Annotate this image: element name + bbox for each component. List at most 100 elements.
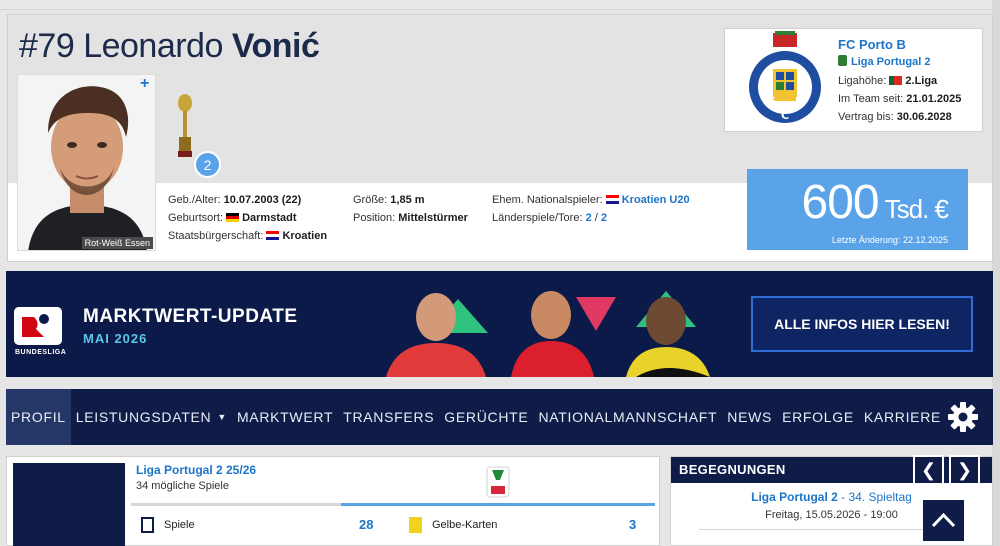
profile-nav: PROFIL LEISTUNGSDATEN ▼ MARKTWERT TRANSFE… bbox=[6, 389, 993, 445]
chevron-down-icon: ▼ bbox=[217, 412, 227, 422]
club-league-link[interactable]: Liga Portugal 2 bbox=[851, 56, 930, 68]
nav-item-geruechte[interactable]: GERÜCHTE bbox=[439, 389, 533, 445]
contract-row: Vertrag bis: 30.06.2028 bbox=[838, 111, 952, 123]
market-value: 600 Tsd. € bbox=[801, 175, 949, 230]
matches-prev-button[interactable]: ❮ bbox=[913, 455, 944, 485]
player-number: #79 bbox=[19, 27, 75, 65]
market-value-amount: 600 bbox=[801, 176, 880, 229]
stats-image-placeholder bbox=[13, 463, 125, 546]
liga-portugal-logo-icon bbox=[486, 466, 510, 498]
svg-text:F: F bbox=[768, 95, 776, 108]
info-column-3: Ehem. Nationalspieler: Kroatien U20 Länd… bbox=[492, 191, 690, 227]
banner-read-more-button[interactable]: ALLE INFOS HIER LESEN! bbox=[751, 296, 973, 352]
position-row: Position: Mittelstürmer bbox=[353, 209, 468, 227]
birthplace-row: Geburtsort: Darmstadt bbox=[168, 209, 327, 227]
citizenship-label: Staatsbürgerschaft: bbox=[168, 230, 264, 242]
svg-text:C: C bbox=[781, 109, 789, 122]
club-box: F P C FC Porto B Liga Portugal 2 Ligahöh… bbox=[724, 28, 983, 132]
caps-separator: / bbox=[594, 212, 598, 224]
yellow-cards-value[interactable]: 3 bbox=[629, 517, 636, 532]
games-stat: Spiele bbox=[141, 513, 195, 537]
stats-possible-games: 34 mögliche Spiele bbox=[136, 480, 229, 492]
croatia-flag-icon bbox=[605, 195, 619, 204]
croatia-flag-icon bbox=[266, 231, 280, 240]
matches-matchday[interactable]: - 34. Spieltag bbox=[838, 490, 912, 504]
yellow-cards-label: Gelbe-Karten bbox=[432, 519, 498, 531]
games-label: Spiele bbox=[164, 519, 195, 531]
citizenship-value: Kroatien bbox=[282, 230, 328, 242]
height-label: Größe: bbox=[353, 194, 388, 206]
stats-league-link[interactable]: Liga Portugal 2 25/26 bbox=[136, 463, 256, 477]
player-photo[interactable]: Rot-Weiß Essen bbox=[17, 74, 156, 251]
trophy-count-badge[interactable]: 2 bbox=[194, 151, 221, 178]
info-column-2: Größe: 1,85 m Position: Mittelstürmer bbox=[353, 191, 468, 227]
team-since-value: 21.01.2025 bbox=[906, 93, 962, 105]
market-value-last-change: Letzte Änderung: 22.12.2025 bbox=[831, 235, 948, 245]
player-last-name: Vonić bbox=[231, 27, 320, 65]
birthplace-label: Geburtsort: bbox=[168, 212, 224, 224]
germany-flag-icon bbox=[226, 213, 240, 222]
games-icon bbox=[141, 517, 154, 533]
caps-link[interactable]: 2 bbox=[586, 212, 592, 224]
dob-row: Geb./Alter: 10.07.2003 (22) bbox=[168, 191, 327, 209]
yellow-card-icon bbox=[409, 517, 422, 533]
market-value-box[interactable]: 600 Tsd. € Letzte Änderung: 22.12.2025 bbox=[747, 169, 968, 250]
nav-item-marktwert[interactable]: MARKTWERT bbox=[232, 389, 338, 445]
player-portrait-image bbox=[18, 75, 155, 250]
games-value[interactable]: 28 bbox=[359, 517, 373, 532]
banner-players-image bbox=[386, 291, 710, 377]
banner-title: MARKTWERT-UPDATE bbox=[83, 306, 298, 327]
nav-item-news[interactable]: NEWS bbox=[722, 389, 777, 445]
matches-league-link[interactable]: Liga Portugal 2 bbox=[751, 490, 838, 504]
browser-top-strip bbox=[0, 0, 1000, 10]
nav-item-nationalmannschaft[interactable]: NATIONALMANNSCHAFT bbox=[533, 389, 722, 445]
trophy-icon[interactable] bbox=[176, 93, 194, 157]
team-since-label: Im Team seit: bbox=[838, 93, 904, 105]
former-national-row: Ehem. Nationalspieler: Kroatien U20 bbox=[492, 191, 690, 209]
player-header: #79 Leonardo Vonić Rot-Weiß Essen + 2 Ge… bbox=[7, 14, 993, 262]
club-name-link[interactable]: FC Porto B bbox=[838, 37, 906, 52]
player-first-name: Leonardo bbox=[83, 27, 223, 65]
bundesliga-label: BUNDESLIGA bbox=[15, 349, 67, 356]
position-label: Position: bbox=[353, 212, 396, 224]
matches-next-button[interactable]: ❯ bbox=[949, 455, 980, 485]
league-level-label: Ligahöhe: bbox=[838, 75, 887, 87]
page-scrollbar[interactable] bbox=[992, 0, 1000, 546]
citizenship-row: Staatsbürgerschaft: Kroatien bbox=[168, 227, 327, 245]
club-league-row: Liga Portugal 2 bbox=[838, 55, 930, 68]
gear-icon[interactable] bbox=[947, 401, 979, 433]
dob-label: Geb./Alter: bbox=[168, 194, 221, 206]
photo-caption: Rot-Weiß Essen bbox=[81, 237, 153, 249]
team-since-row: Im Team seit: 21.01.2025 bbox=[838, 93, 961, 105]
league-icon bbox=[838, 55, 847, 66]
contract-label: Vertrag bis: bbox=[838, 111, 894, 123]
season-stats-card: Liga Portugal 2 25/26 34 mögliche Spiele… bbox=[6, 456, 660, 546]
chevron-up-icon bbox=[931, 512, 956, 528]
nav-item-profil[interactable]: PROFIL bbox=[6, 389, 71, 445]
info-column-1: Geb./Alter: 10.07.2003 (22) Geburtsort: … bbox=[168, 191, 327, 245]
nav-item-erfolge[interactable]: ERFOLGE bbox=[777, 389, 859, 445]
former-national-label: Ehem. Nationalspieler: bbox=[492, 194, 603, 206]
banner-subtitle: MAI 2026 bbox=[83, 331, 148, 346]
market-value-unit: Tsd. € bbox=[884, 194, 949, 224]
position-value: Mittelstürmer bbox=[398, 212, 468, 224]
caps-label: Länderspiele/Tore: bbox=[492, 212, 583, 224]
height-row: Größe: 1,85 m bbox=[353, 191, 468, 209]
nav-item-transfers[interactable]: TRANSFERS bbox=[338, 389, 439, 445]
market-value-update-banner[interactable]: BUNDESLIGA MARKTWERT-UPDATE MAI 2026 ALL… bbox=[6, 271, 993, 377]
club-crest-icon[interactable]: F P C bbox=[745, 31, 825, 131]
height-value: 1,85 m bbox=[390, 194, 425, 206]
former-national-link[interactable]: Kroatien U20 bbox=[622, 194, 690, 206]
nav-item-leistungsdaten[interactable]: LEISTUNGSDATEN ▼ bbox=[71, 389, 232, 445]
contract-value: 30.06.2028 bbox=[896, 111, 952, 123]
dob-value: 10.07.2003 (22) bbox=[223, 194, 302, 206]
goals-link[interactable]: 2 bbox=[601, 212, 607, 224]
stats-tab-bar-active bbox=[341, 503, 655, 506]
scroll-to-top-button[interactable] bbox=[923, 500, 964, 541]
svg-text:P: P bbox=[795, 95, 803, 108]
page-title: #79 Leonardo Vonić bbox=[19, 27, 320, 66]
add-photo-plus-icon[interactable]: + bbox=[140, 75, 149, 93]
portugal-flag-icon bbox=[889, 76, 903, 85]
caps-row: Länderspiele/Tore: 2 / 2 bbox=[492, 209, 690, 227]
stats-tab-bar-inactive bbox=[131, 503, 341, 506]
